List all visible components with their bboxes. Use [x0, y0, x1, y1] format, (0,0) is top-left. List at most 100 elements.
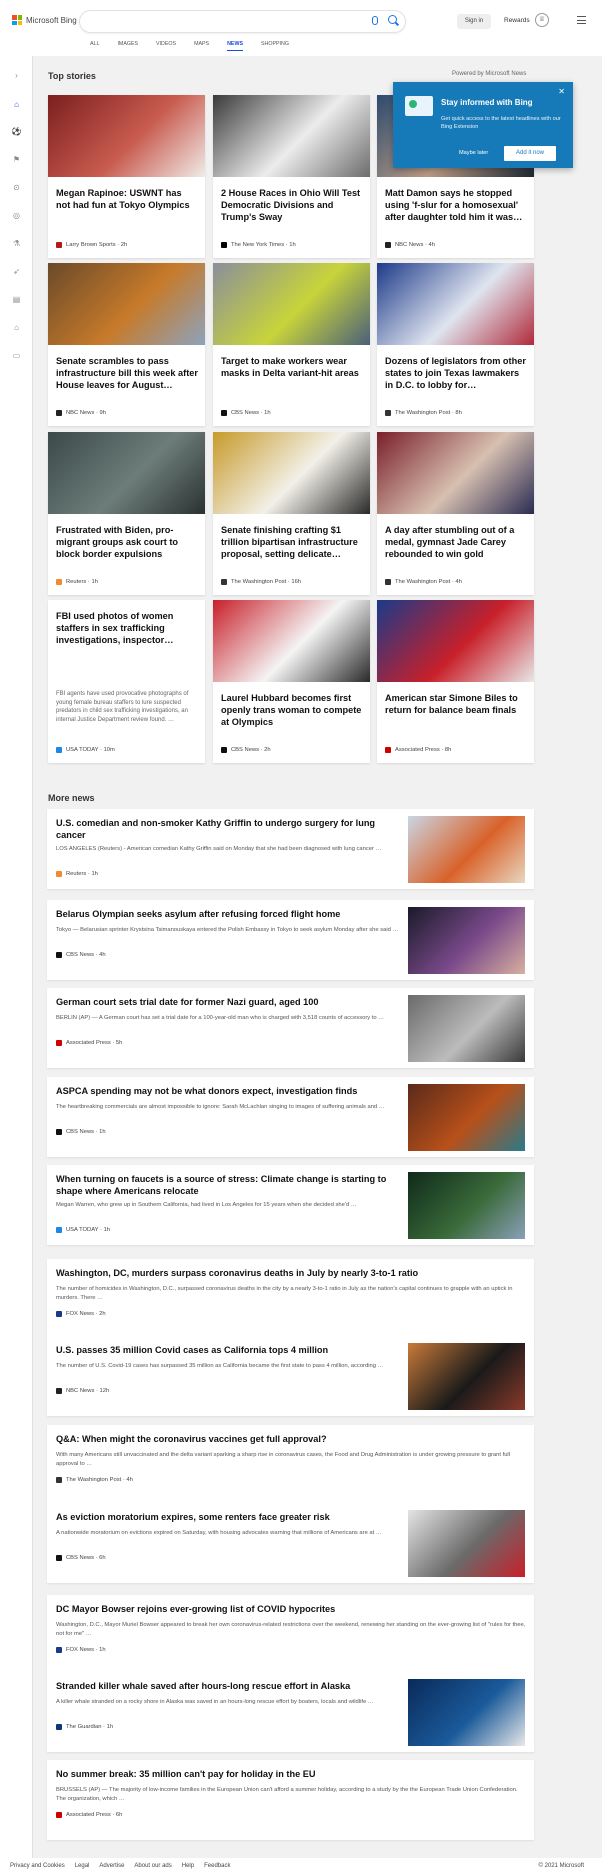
- footer-link[interactable]: Advertise: [99, 1863, 124, 1869]
- story-title[interactable]: Senate scrambles to pass infrastructure …: [56, 355, 198, 391]
- story-source[interactable]: USA TODAY · 10m: [56, 747, 115, 753]
- story-title[interactable]: American star Simone Biles to return for…: [385, 692, 527, 716]
- tab-images[interactable]: IMAGES: [117, 41, 138, 51]
- sign-in-button[interactable]: Sign in: [457, 14, 491, 29]
- sports-icon[interactable]: ⚽: [11, 126, 22, 137]
- news-source[interactable]: Associated Press · 6h: [56, 1812, 122, 1818]
- story-title[interactable]: 2 House Races in Ohio Will Test Democrat…: [221, 187, 363, 223]
- rocket-icon[interactable]: ➶: [11, 266, 22, 277]
- tab-news[interactable]: NEWS: [227, 41, 243, 51]
- story-source[interactable]: The Washington Post · 4h: [385, 579, 462, 585]
- news-title[interactable]: Belarus Olympian seeks asylum after refu…: [56, 908, 401, 920]
- news-item[interactable]: When turning on faucets is a source of s…: [47, 1165, 534, 1245]
- flask-icon[interactable]: ⚗: [11, 238, 22, 249]
- news-title[interactable]: U.S. passes 35 million Covid cases as Ca…: [56, 1344, 401, 1356]
- news-thumbnail[interactable]: [408, 1343, 525, 1410]
- news-source[interactable]: CBS News · 6h: [56, 1555, 106, 1561]
- search-input[interactable]: [80, 11, 405, 32]
- story-image[interactable]: [213, 263, 370, 345]
- add-it-now-button[interactable]: Add it now: [504, 146, 556, 161]
- story-image[interactable]: [377, 263, 534, 345]
- news-title[interactable]: When turning on faucets is a source of s…: [56, 1173, 401, 1197]
- news-title[interactable]: As eviction moratorium expires, some ren…: [56, 1511, 401, 1523]
- location-pin-icon[interactable]: ⊙: [11, 182, 22, 193]
- maybe-later-button[interactable]: Maybe later: [459, 150, 488, 156]
- microphone-icon[interactable]: [372, 16, 378, 25]
- news-title[interactable]: German court sets trial date for former …: [56, 996, 401, 1008]
- news-thumbnail[interactable]: [408, 1172, 525, 1239]
- footer-link[interactable]: Feedback: [204, 1863, 230, 1869]
- story-card[interactable]: Dozens of legislators from other states …: [377, 263, 534, 426]
- story-title[interactable]: Matt Damon says he stopped using 'f-slur…: [385, 187, 527, 223]
- news-title[interactable]: Stranded killer whale saved after hours-…: [56, 1680, 401, 1692]
- story-title[interactable]: Dozens of legislators from other states …: [385, 355, 527, 391]
- news-title[interactable]: U.S. comedian and non-smoker Kathy Griff…: [56, 817, 401, 841]
- news-thumbnail[interactable]: [408, 816, 525, 883]
- news-source[interactable]: The Washington Post · 4h: [56, 1477, 133, 1483]
- story-image[interactable]: [377, 432, 534, 514]
- news-source[interactable]: CBS News · 4h: [56, 952, 106, 958]
- news-thumbnail[interactable]: [408, 1679, 525, 1746]
- story-source[interactable]: Reuters · 1h: [56, 579, 98, 585]
- story-card[interactable]: Frustrated with Biden, pro-migrant group…: [48, 432, 205, 595]
- flag-icon[interactable]: ⚑: [11, 154, 22, 165]
- news-thumbnail[interactable]: [408, 1510, 525, 1577]
- home-icon[interactable]: ⌂: [11, 99, 22, 110]
- story-title[interactable]: Laurel Hubbard becomes first openly tran…: [221, 692, 363, 728]
- news-item[interactable]: As eviction moratorium expires, some ren…: [47, 1503, 534, 1583]
- bing-logo[interactable]: Microsoft Bing: [12, 15, 77, 25]
- close-icon[interactable]: ✕: [558, 87, 565, 96]
- story-card[interactable]: FBI used photos of women staffers in sex…: [48, 600, 205, 763]
- news-source[interactable]: Reuters · 1h: [56, 871, 98, 877]
- news-source[interactable]: USA TODAY · 1h: [56, 1227, 110, 1233]
- tab-shopping[interactable]: SHOPPING: [261, 41, 289, 51]
- news-item[interactable]: U.S. comedian and non-smoker Kathy Griff…: [47, 809, 534, 889]
- news-item[interactable]: Q&A: When might the coronavirus vaccines…: [47, 1425, 534, 1505]
- story-card[interactable]: Megan Rapinoe: USWNT has not had fun at …: [48, 95, 205, 258]
- news-item[interactable]: Stranded killer whale saved after hours-…: [47, 1672, 534, 1752]
- story-image[interactable]: [48, 263, 205, 345]
- news-thumbnail[interactable]: [408, 907, 525, 974]
- news-source[interactable]: FOX News · 1h: [56, 1647, 106, 1653]
- credit-card-icon[interactable]: ▭: [11, 350, 22, 361]
- footer-link[interactable]: Privacy and Cookies: [10, 1863, 65, 1869]
- globe-icon[interactable]: ◎: [11, 210, 22, 221]
- story-source[interactable]: The New York Times · 1h: [221, 242, 296, 248]
- story-image[interactable]: [48, 432, 205, 514]
- trophy-icon[interactable]: ♕: [535, 13, 549, 27]
- rewards-link[interactable]: Rewards: [504, 17, 530, 24]
- news-thumbnail[interactable]: [408, 1084, 525, 1151]
- news-thumbnail[interactable]: [408, 995, 525, 1062]
- news-item[interactable]: Belarus Olympian seeks asylum after refu…: [47, 900, 534, 980]
- story-card[interactable]: A day after stumbling out of a medal, gy…: [377, 432, 534, 595]
- story-title[interactable]: Megan Rapinoe: USWNT has not had fun at …: [56, 187, 198, 211]
- news-title[interactable]: DC Mayor Bowser rejoins ever-growing lis…: [56, 1603, 526, 1615]
- story-card[interactable]: Senate scrambles to pass infrastructure …: [48, 263, 205, 426]
- chevron-right-icon[interactable]: ›: [11, 70, 22, 81]
- bank-icon[interactable]: ⌂: [11, 322, 22, 333]
- tab-videos[interactable]: VIDEOS: [156, 41, 176, 51]
- story-card[interactable]: 2 House Races in Ohio Will Test Democrat…: [213, 95, 370, 258]
- news-source[interactable]: NBC News · 12h: [56, 1388, 109, 1394]
- news-item[interactable]: Washington, DC, murders surpass coronavi…: [47, 1259, 534, 1339]
- news-item[interactable]: German court sets trial date for former …: [47, 988, 534, 1068]
- news-title[interactable]: No summer break: 35 million can't pay fo…: [56, 1768, 526, 1780]
- news-source[interactable]: Associated Press · 5h: [56, 1040, 122, 1046]
- story-source[interactable]: CBS News · 2h: [221, 747, 271, 753]
- story-card[interactable]: Target to make workers wear masks in Del…: [213, 263, 370, 426]
- film-icon[interactable]: ▤: [11, 294, 22, 305]
- news-item[interactable]: U.S. passes 35 million Covid cases as Ca…: [47, 1336, 534, 1416]
- footer-link[interactable]: Legal: [75, 1863, 90, 1869]
- story-image[interactable]: [213, 432, 370, 514]
- story-source[interactable]: Larry Brown Sports · 2h: [56, 242, 127, 248]
- news-item[interactable]: ASPCA spending may not be what donors ex…: [47, 1077, 534, 1157]
- news-source[interactable]: CBS News · 1h: [56, 1129, 106, 1135]
- story-source[interactable]: Associated Press · 8h: [385, 747, 451, 753]
- news-source[interactable]: FOX News · 2h: [56, 1311, 106, 1317]
- news-title[interactable]: Q&A: When might the coronavirus vaccines…: [56, 1433, 526, 1445]
- news-item[interactable]: No summer break: 35 million can't pay fo…: [47, 1760, 534, 1840]
- news-title[interactable]: ASPCA spending may not be what donors ex…: [56, 1085, 401, 1097]
- search-icon[interactable]: [388, 15, 397, 24]
- story-title[interactable]: Target to make workers wear masks in Del…: [221, 355, 363, 379]
- story-source[interactable]: CBS News · 1h: [221, 410, 271, 416]
